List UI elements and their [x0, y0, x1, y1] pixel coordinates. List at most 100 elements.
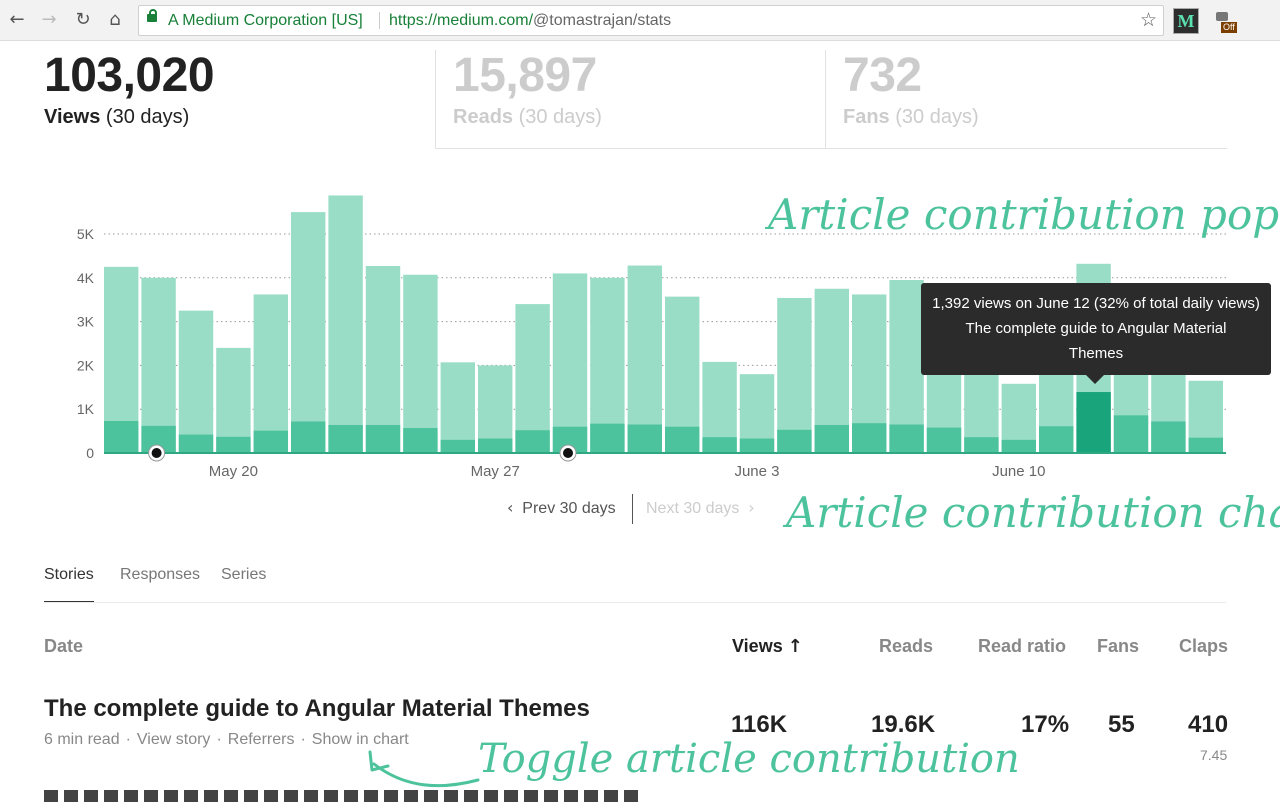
forward-arrow-icon[interactable]: →: [38, 9, 60, 31]
reads-column-header[interactable]: Reads: [879, 636, 933, 657]
article-contribution-bar[interactable]: [852, 423, 887, 453]
story-fans: 55: [1108, 711, 1135, 738]
article-contribution-bar[interactable]: [964, 437, 999, 453]
tab-series[interactable]: Series: [221, 566, 266, 601]
y-tick-label: 0: [86, 445, 94, 461]
fans-stat[interactable]: 732 Fans (30 days): [843, 48, 979, 129]
referrers-link[interactable]: Referrers: [228, 731, 295, 748]
article-contribution-bar[interactable]: [1188, 437, 1223, 453]
url-host: https://medium.com/: [389, 12, 534, 29]
read-time: 6 min read: [44, 731, 120, 748]
story-views: 116K: [731, 711, 788, 738]
article-contribution-bar[interactable]: [627, 424, 662, 453]
security-label: A Medium Corporation [US]: [168, 12, 363, 29]
y-tick-label: 2K: [77, 357, 95, 373]
tab-stories[interactable]: Stories: [44, 566, 94, 602]
total-views-bar[interactable]: [253, 294, 288, 453]
article-contribution-bar[interactable]: [1151, 421, 1186, 453]
total-views-bar[interactable]: [291, 212, 326, 453]
chevron-right-icon: ›: [748, 498, 755, 517]
reads-stat[interactable]: 15,897 Reads (30 days): [453, 48, 602, 129]
tooltip-line-3: Themes: [1068, 345, 1124, 362]
article-contribution-bar[interactable]: [665, 426, 700, 453]
article-contribution-bar[interactable]: [1039, 426, 1074, 453]
url-separator: [379, 12, 380, 29]
article-contribution-bar[interactable]: [739, 438, 775, 453]
article-contribution-bar[interactable]: [216, 436, 251, 453]
claps-column-header[interactable]: Claps: [1179, 636, 1228, 657]
next-label: Next 30 days: [646, 500, 740, 517]
prev-label: Prev 30 days: [522, 500, 616, 517]
total-views-bar[interactable]: [777, 297, 812, 453]
chevron-left-icon: ‹: [507, 498, 514, 517]
views-count: 103,020: [44, 49, 215, 102]
coffee-extension-icon[interactable]: Off: [1215, 8, 1241, 34]
pager-divider: [632, 494, 633, 524]
story-claps: 410: [1188, 711, 1229, 738]
popup-annotation: Article contribution popup: [768, 190, 1280, 239]
reads-count: 15,897: [453, 49, 597, 102]
story-meta: 6 min read · View story · Referrers · Show in …: [44, 731, 409, 748]
total-views-bar[interactable]: [365, 265, 401, 453]
y-tick-label: 4K: [77, 270, 95, 286]
reads-period: (30 days): [518, 106, 602, 128]
article-contribution-bar[interactable]: [291, 421, 326, 453]
article-contribution-bar[interactable]: [403, 428, 438, 453]
lock-icon: [147, 9, 157, 22]
total-views-bar[interactable]: [178, 310, 214, 453]
url-text[interactable]: https://medium.com/@tomastrajan/stats: [389, 6, 671, 35]
address-bar[interactable]: A Medium Corporation [US] https://medium…: [138, 5, 1164, 36]
article-contribution-bar[interactable]: [440, 439, 475, 453]
article-contribution-bar[interactable]: [478, 438, 513, 453]
tooltip-line-1: 1,392 views on June 12 (32% of total dai…: [932, 295, 1260, 312]
views-column-header[interactable]: Views ↑: [732, 636, 803, 657]
url-path: @tomastrajan/stats: [533, 12, 672, 29]
y-tick-label: 3K: [77, 314, 95, 330]
back-arrow-icon[interactable]: ←: [6, 9, 28, 31]
y-tick-label: 5K: [77, 226, 95, 242]
tooltip-line-2: The complete guide to Angular Material: [965, 320, 1227, 337]
fans-label: Fans: [843, 106, 890, 128]
highlighted-article-bar[interactable]: [1076, 392, 1111, 453]
article-contribution-bar[interactable]: [889, 424, 924, 453]
reads-label: Reads: [453, 106, 514, 128]
article-contribution-bar[interactable]: [104, 421, 139, 453]
tab-responses[interactable]: Responses: [120, 566, 200, 601]
prev-30-days-button[interactable]: ‹ Prev 30 days: [507, 498, 616, 518]
article-contribution-bar[interactable]: [590, 423, 625, 453]
fans-column-header[interactable]: Fans: [1097, 636, 1139, 657]
article-contribution-bar[interactable]: [515, 430, 550, 453]
views-stat[interactable]: 103,020 Views (30 days): [44, 48, 215, 129]
home-icon[interactable]: ⌂: [104, 9, 126, 31]
next-30-days-button[interactable]: Next 30 days ›: [646, 498, 755, 518]
total-views-bar[interactable]: [403, 274, 438, 453]
views-header-label: Views: [732, 636, 783, 656]
date-column-header[interactable]: Date: [44, 636, 83, 657]
article-contribution-bar[interactable]: [777, 429, 812, 453]
fans-count: 732: [843, 49, 922, 102]
article-contribution-bar[interactable]: [328, 424, 363, 453]
article-contribution-bar[interactable]: [253, 430, 288, 453]
article-contribution-bar[interactable]: [1001, 439, 1036, 453]
article-contribution-bar[interactable]: [178, 434, 214, 453]
next-story-row-partial: [44, 790, 664, 802]
article-contribution-tooltip: 1,392 views on June 12 (32% of total dai…: [921, 283, 1271, 384]
article-contribution-bar[interactable]: [814, 424, 849, 453]
arrow-up-icon: ↑: [787, 636, 803, 657]
article-contribution-bar[interactable]: [926, 427, 962, 453]
reload-icon[interactable]: ↻: [72, 9, 94, 31]
article-contribution-bar[interactable]: [1113, 415, 1149, 453]
total-views-bar[interactable]: [440, 362, 475, 453]
bookmark-star-icon[interactable]: ☆: [1140, 6, 1157, 35]
medium-extension-icon[interactable]: M: [1173, 8, 1199, 34]
total-views-bar[interactable]: [328, 195, 363, 453]
story-title[interactable]: The complete guide to Angular Material T…: [44, 695, 590, 723]
x-tick-label: June 10: [992, 463, 1045, 480]
total-views-bar[interactable]: [552, 273, 588, 453]
view-story-link[interactable]: View story: [137, 731, 211, 748]
article-contribution-bar[interactable]: [702, 437, 737, 453]
article-contribution-bar[interactable]: [365, 424, 401, 453]
x-tick-label: May 20: [209, 463, 258, 480]
read-ratio-column-header[interactable]: Read ratio: [978, 636, 1066, 657]
views-period: (30 days): [105, 106, 190, 128]
